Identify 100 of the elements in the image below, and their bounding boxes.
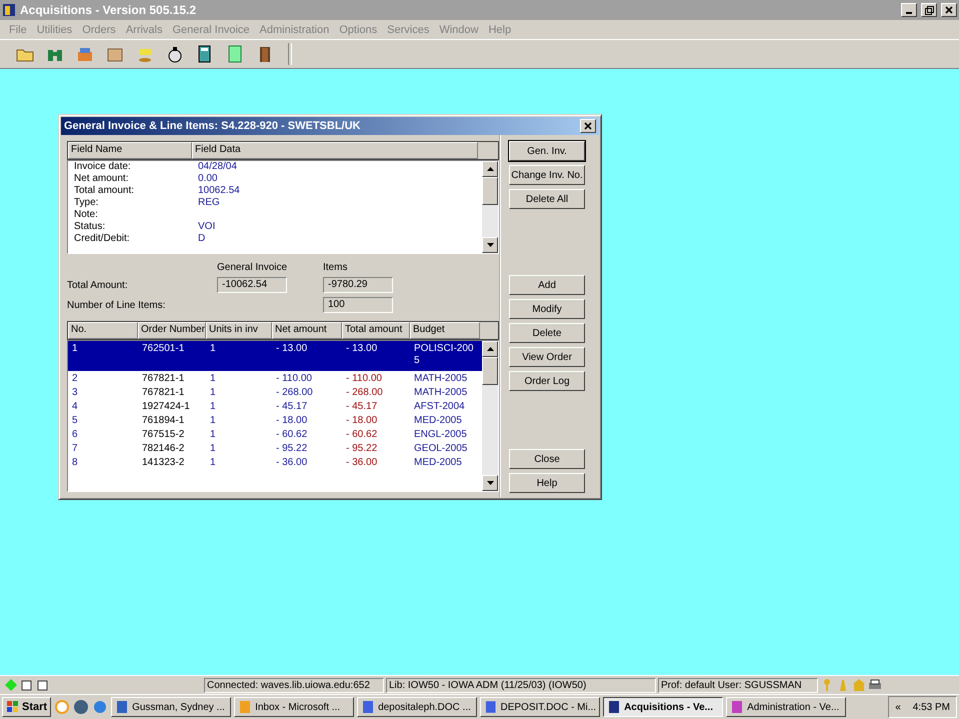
table-cell-text: 761894-1 bbox=[141, 415, 186, 427]
table-cell-text: - 60.62 bbox=[275, 429, 308, 441]
scroll-up-icon[interactable] bbox=[486, 347, 494, 351]
table-cell-text: - 45.17 bbox=[345, 401, 378, 413]
table-cell-text: AFST-2004 bbox=[413, 401, 466, 413]
table-cell-text: - 45.17 bbox=[275, 401, 308, 413]
close-button[interactable] bbox=[580, 119, 596, 133]
taskbar-button[interactable]: Acquisitions - Ve... bbox=[603, 697, 724, 717]
restore-icon[interactable] bbox=[924, 6, 934, 14]
dialog-button[interactable]: Delete bbox=[509, 323, 585, 343]
column-header[interactable]: Order Number bbox=[138, 322, 206, 339]
table-cell-text: - 95.22 bbox=[345, 443, 378, 455]
table-cell-text: MATH-2005 bbox=[413, 373, 468, 385]
scroll-up-icon[interactable] bbox=[486, 167, 494, 171]
table-cell-text: 1 bbox=[209, 373, 217, 385]
dialog-button[interactable]: Add bbox=[509, 275, 585, 295]
field-value: REG bbox=[198, 197, 220, 209]
close-icon[interactable] bbox=[945, 6, 953, 14]
taskbar-button[interactable]: Inbox - Microsoft ... bbox=[234, 697, 354, 717]
circle-icon[interactable] bbox=[92, 699, 108, 715]
dialog-button[interactable]: View Order bbox=[509, 347, 585, 367]
field-value: 04/28/04 bbox=[198, 161, 237, 173]
dialog-button[interactable]: Gen. Inv. bbox=[509, 141, 585, 161]
table-cell-text: MED-2005 bbox=[413, 415, 463, 427]
dialog-button[interactable]: Modify bbox=[509, 299, 585, 319]
table-cell-text: 3 bbox=[71, 387, 79, 399]
field-name: Note: bbox=[74, 209, 99, 221]
table-cell-text: 8 bbox=[71, 457, 79, 469]
table-cell-text: 1 bbox=[209, 415, 217, 427]
column-header[interactable]: Field Name bbox=[68, 142, 192, 159]
field-value: 10062.54 bbox=[198, 185, 240, 197]
column-header[interactable]: Field Data bbox=[192, 142, 478, 159]
field-name: Invoice date: bbox=[74, 161, 132, 173]
table-cell-text: POLISCI-2005 bbox=[413, 343, 474, 367]
scrollbar[interactable] bbox=[482, 161, 498, 253]
table-cell-text: - 268.00 bbox=[345, 387, 384, 399]
scroll-down-icon[interactable] bbox=[486, 481, 494, 485]
table-cell-text: - 268.00 bbox=[275, 387, 314, 399]
table-cell-text: 1 bbox=[209, 443, 217, 455]
field-value: D bbox=[198, 233, 206, 245]
dialog-button[interactable]: Change Inv. No. bbox=[509, 165, 585, 185]
table-cell-text: 1 bbox=[71, 343, 79, 356]
table-cell-text: 1 bbox=[209, 387, 217, 399]
field-name: Net amount: bbox=[74, 173, 130, 185]
dialog-button[interactable]: Delete All bbox=[509, 189, 585, 209]
scroll-thumb[interactable] bbox=[482, 177, 498, 205]
table-cell-text: 1 bbox=[209, 429, 217, 441]
column-header[interactable]: Net amount bbox=[272, 322, 342, 339]
table-cell-text: - 36.00 bbox=[275, 457, 308, 469]
taskbar-button[interactable]: Gussman, Sydney ... bbox=[111, 697, 232, 717]
table-cell-text: 782146-2 bbox=[141, 443, 186, 455]
field-name: Total amount: bbox=[74, 185, 136, 197]
minimize-button[interactable] bbox=[901, 3, 917, 17]
tray-chevron[interactable]: « bbox=[895, 702, 901, 712]
table-cell-text: - 95.22 bbox=[275, 443, 308, 455]
table-cell-text: 1927424-1 bbox=[141, 401, 191, 413]
dialog-button[interactable]: Close bbox=[509, 449, 585, 469]
table-cell-text: 2 bbox=[71, 373, 79, 385]
taskbar-button[interactable]: DEPOSIT.DOC - Mi... bbox=[480, 697, 600, 717]
restore-button[interactable] bbox=[921, 3, 937, 17]
scroll-down-icon[interactable] bbox=[486, 243, 494, 247]
table-cell-text: - 36.00 bbox=[345, 457, 378, 469]
clock: 4:53 PM bbox=[912, 702, 950, 712]
dialog-button[interactable]: Help bbox=[509, 473, 585, 493]
table-cell-text: - 110.00 bbox=[275, 373, 313, 385]
table-cell-text: - 110.00 bbox=[345, 373, 383, 385]
items-total-field: -9780.29 bbox=[323, 277, 393, 293]
scrollbar[interactable] bbox=[482, 341, 498, 491]
scroll-thumb[interactable] bbox=[482, 357, 498, 385]
cube-icon bbox=[36, 678, 50, 692]
close-icon[interactable] bbox=[584, 122, 592, 130]
table-cell-text: GEOL-2005 bbox=[413, 443, 468, 455]
taskbar-button[interactable]: depositaleph.DOC ... bbox=[357, 697, 478, 717]
document-icon bbox=[361, 700, 376, 714]
dialog-button[interactable]: Order Log bbox=[509, 371, 585, 391]
window-title: Acquisitions - Version 505.15.2 bbox=[20, 3, 198, 17]
column-header[interactable]: Total amount bbox=[342, 322, 410, 339]
table-cell-text: MED-2005 bbox=[413, 457, 463, 469]
table-cell-text: 767821-1 bbox=[141, 373, 186, 385]
field-value: 0.00 bbox=[198, 173, 218, 185]
taskbar-button[interactable]: Administration - Ve... bbox=[726, 697, 846, 717]
table-cell-text: - 18.00 bbox=[275, 415, 308, 427]
table-cell-text: 6 bbox=[71, 429, 79, 441]
diamond-icon bbox=[4, 678, 18, 692]
field-name: Status: bbox=[74, 221, 106, 233]
table-cell-text: 1 bbox=[209, 401, 217, 413]
start-button[interactable]: Start bbox=[2, 697, 52, 717]
total-amount-label: Total Amount: bbox=[67, 280, 129, 290]
column-header[interactable]: Budget bbox=[410, 322, 480, 339]
close-button[interactable] bbox=[941, 3, 957, 17]
document-icon bbox=[484, 700, 498, 714]
table-cell-text: - 13.00 bbox=[345, 343, 378, 356]
table-row[interactable]: 1 762501-1 1 - 13.00 - 13.00 POLISCI-2005 bbox=[68, 341, 482, 371]
column-header[interactable]: No. bbox=[68, 322, 138, 339]
profile-status: Prof: default User: SGUSSMAN bbox=[658, 678, 818, 692]
line-items-label: Number of Line Items: bbox=[67, 300, 166, 310]
app-icon bbox=[2, 3, 16, 17]
items-count-field: 100 bbox=[323, 297, 393, 313]
printer-icon bbox=[868, 678, 882, 692]
column-header[interactable]: Units in inv bbox=[206, 322, 272, 339]
